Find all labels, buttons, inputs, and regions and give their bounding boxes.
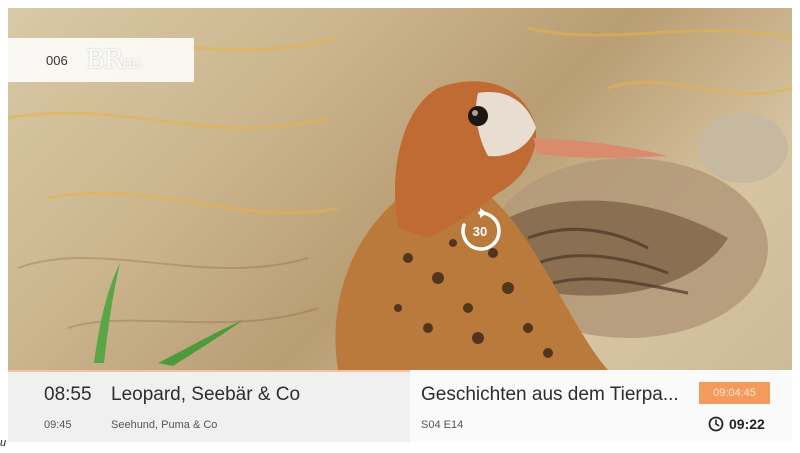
selected-episode: S04 E14 (421, 419, 464, 431)
replay-30-icon[interactable]: 30 (456, 207, 504, 255)
channel-logo: BRHD (85, 45, 142, 75)
selected-program-title[interactable]: Geschichten aus dem Tierpa... (421, 384, 679, 406)
progress-line (8, 370, 410, 372)
channel-number: 006 (46, 52, 68, 68)
now-time: 08:55 (44, 384, 92, 405)
next-title[interactable]: Seehund, Puma & Co (111, 419, 217, 431)
channel-box: 006 BRHD (8, 38, 194, 82)
timestamp-badge: 09:04:45 (699, 382, 770, 404)
clock-icon (708, 416, 724, 432)
end-time-value: 09:22 (729, 416, 765, 432)
next-time: 09:45 (44, 419, 72, 431)
channel-logo-suffix: HD (122, 57, 141, 71)
channel-logo-text: BR (85, 45, 124, 75)
now-title[interactable]: Leopard, Seebär & Co (111, 384, 300, 406)
replay-seconds: 30 (473, 224, 487, 239)
end-time: 09:22 (708, 416, 765, 432)
corner-mark: u (0, 437, 7, 449)
